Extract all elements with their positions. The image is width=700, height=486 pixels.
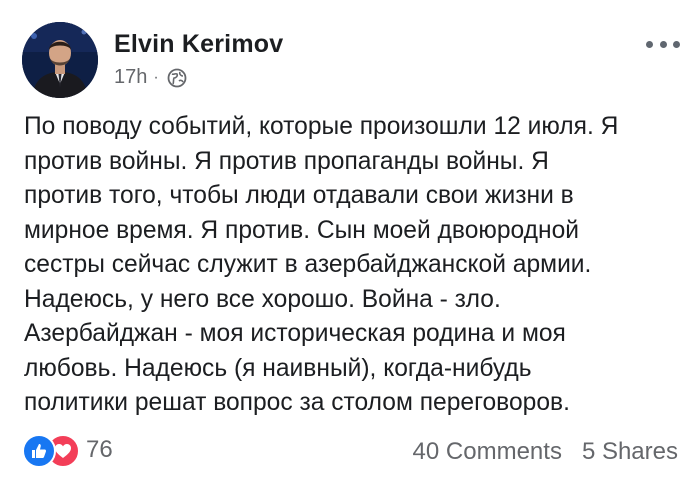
post-text: По поводу событий, которые произошли 12 …	[24, 110, 684, 421]
post-text-line: против войны. Я против пропаганды войны.…	[24, 147, 549, 175]
shares-count-link[interactable]: 5 Shares	[582, 438, 678, 466]
post-timestamp[interactable]: 17h	[114, 66, 147, 89]
post-text-line: По поводу событий, которые произошли 12 …	[24, 113, 619, 140]
post-text-line: мирное время. Я против. Сын моей двоюрод…	[24, 216, 579, 244]
reaction-count: 76	[86, 436, 113, 463]
post-text-line: против того, чтобы люди отдавали свои жи…	[24, 182, 574, 209]
more-dot	[673, 40, 680, 48]
post-text-line: политики решат вопрос за столом перегово…	[24, 389, 570, 416]
post-text-line: сестры сейчас служит в азербайджанской а…	[24, 251, 592, 278]
more-dot	[646, 40, 653, 48]
post-text-line: Азербайджан - моя историческая родина и …	[24, 320, 566, 347]
facebook-post: Elvin Kerimov 17h · По поводу событий, к…	[0, 0, 700, 486]
more-options-icon[interactable]	[646, 34, 680, 54]
post-text-line: Надеюсь, у него все хорошо. Война - зло.	[24, 285, 501, 313]
post-meta: 17h ·	[114, 66, 187, 89]
author-name[interactable]: Elvin Kerimov	[114, 30, 283, 59]
engagement-counts: 40 Comments 5 Shares	[413, 438, 678, 466]
avatar[interactable]	[22, 22, 98, 98]
globe-icon[interactable]	[167, 68, 187, 88]
post-footer: 76 40 Comments 5 Shares	[22, 432, 678, 468]
reactions-summary[interactable]: 76	[22, 434, 113, 468]
reaction-icons	[22, 434, 80, 468]
more-dot	[659, 40, 667, 48]
like-icon	[22, 434, 56, 468]
post-text-line: любовь. Надеюсь (я наивный), когда-нибуд…	[24, 354, 532, 382]
comments-count-link[interactable]: 40 Comments	[413, 438, 562, 466]
avatar-photo	[22, 22, 98, 98]
meta-separator: ·	[153, 68, 159, 86]
